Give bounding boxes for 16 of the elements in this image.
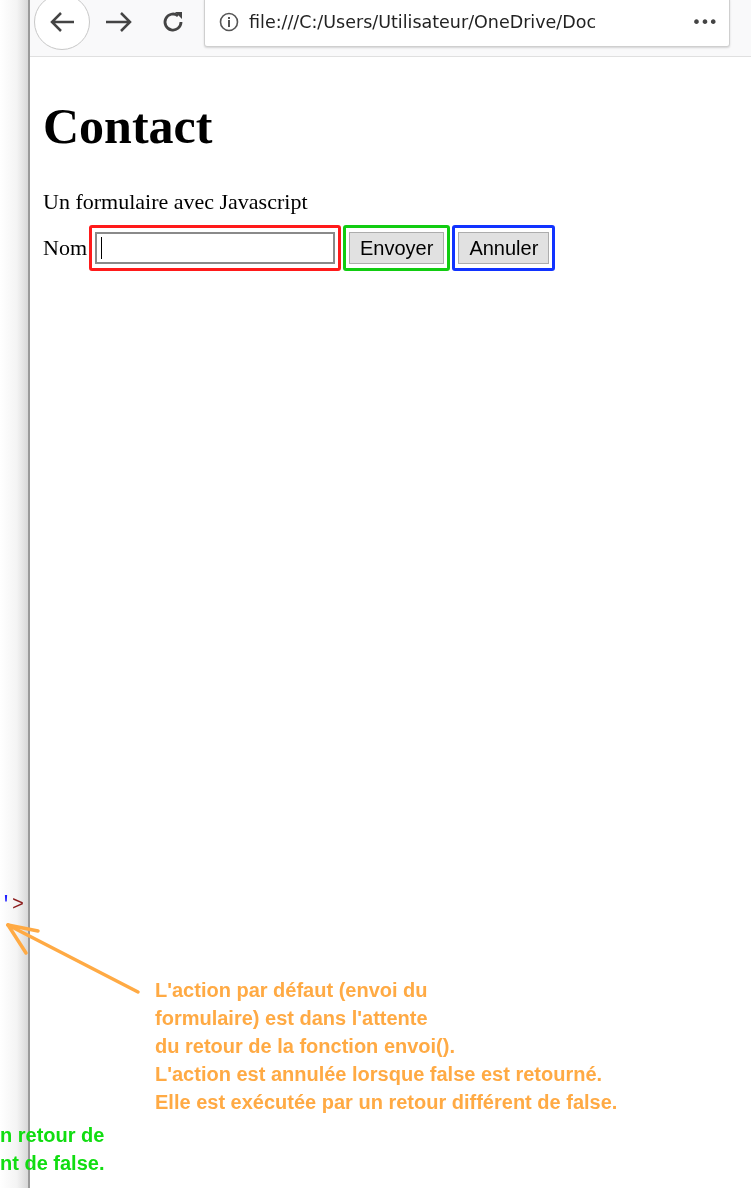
info-icon[interactable] bbox=[219, 12, 239, 32]
back-button[interactable] bbox=[34, 0, 90, 50]
field-label: Nom bbox=[43, 235, 87, 261]
page-title: Contact bbox=[43, 97, 214, 155]
annotation-note: L'action par défaut (envoi du formulaire) est dans l'attente du retour de la fonction envoi(). L'action est annulée lorsque false est retourné. Elle est exécutée par un retour différent de false. bbox=[155, 978, 618, 1115]
address-bar[interactable]: file:///C:/Users/Utilisateur/OneDrive/Doc ••• bbox=[204, 0, 730, 47]
page-subtitle: Un formulaire avec Javascript bbox=[43, 189, 309, 215]
annotation-note: n retour de nt de false. bbox=[0, 1123, 105, 1176]
form-button[interactable]: Envoyer bbox=[349, 232, 445, 264]
name-field[interactable] bbox=[95, 232, 335, 264]
forward-button[interactable] bbox=[104, 10, 134, 34]
back-icon bbox=[48, 10, 76, 34]
menu-button[interactable]: ••• bbox=[691, 12, 717, 32]
form-button[interactable]: Annuler bbox=[458, 232, 550, 264]
code-fragment: '> bbox=[0, 893, 25, 916]
url-text: file:///C:/Users/Utilisateur/OneDrive/Doc bbox=[249, 12, 598, 32]
